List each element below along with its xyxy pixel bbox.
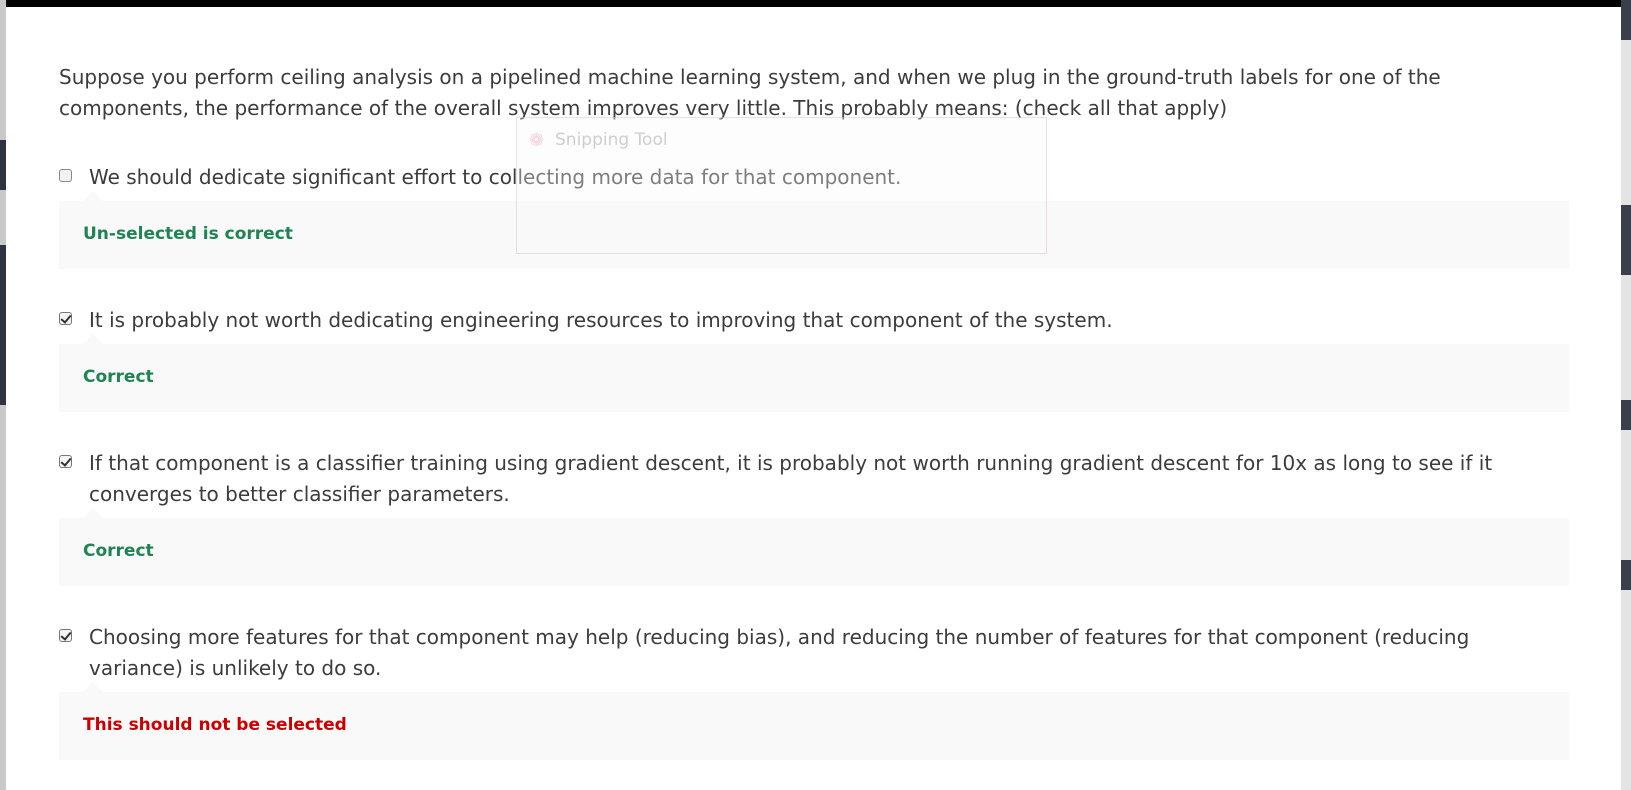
feedback-label: Correct <box>83 541 154 561</box>
answer-option-4: Choosing more features for that componen… <box>59 622 1569 760</box>
snipping-tool-overlay: ❁ Snipping Tool <box>516 117 1047 254</box>
answer-option-2: It is probably not worth dedicating engi… <box>59 305 1569 412</box>
answer-feedback-box: This should not be selected <box>59 682 1569 760</box>
top-frame-bar <box>0 0 1631 7</box>
snipping-tool-icon: ❁ <box>529 130 545 151</box>
background-edge-right <box>1621 0 1631 790</box>
answer-option-row[interactable]: If that component is a classifier traini… <box>59 448 1569 510</box>
answer-feedback-box: Correct <box>59 334 1569 412</box>
answer-feedback-box: Correct <box>59 508 1569 586</box>
feedback-label: Un-selected is correct <box>83 224 293 244</box>
answer-option-row[interactable]: Choosing more features for that componen… <box>59 622 1569 684</box>
feedback-label: Correct <box>83 367 154 387</box>
quiz-question-panel: Suppose you perform ceiling analysis on … <box>6 7 1621 790</box>
snipping-tool-title: Snipping Tool <box>555 130 668 150</box>
answer-option-3: If that component is a classifier traini… <box>59 448 1569 586</box>
feedback-label: This should not be selected <box>83 715 347 735</box>
answer-option-row[interactable]: It is probably not worth dedicating engi… <box>59 305 1569 336</box>
answer-option-text: Choosing more features for that componen… <box>89 625 1470 680</box>
answer-option-text: It is probably not worth dedicating engi… <box>89 308 1113 332</box>
answer-checkbox-4[interactable] <box>59 629 72 642</box>
question-text: Suppose you perform ceiling analysis on … <box>59 65 1441 120</box>
answer-checkbox-2[interactable] <box>59 312 72 325</box>
answer-checkbox-1[interactable] <box>59 169 72 182</box>
answer-checkbox-3[interactable] <box>59 455 72 468</box>
answer-option-text: If that component is a classifier traini… <box>89 451 1493 506</box>
